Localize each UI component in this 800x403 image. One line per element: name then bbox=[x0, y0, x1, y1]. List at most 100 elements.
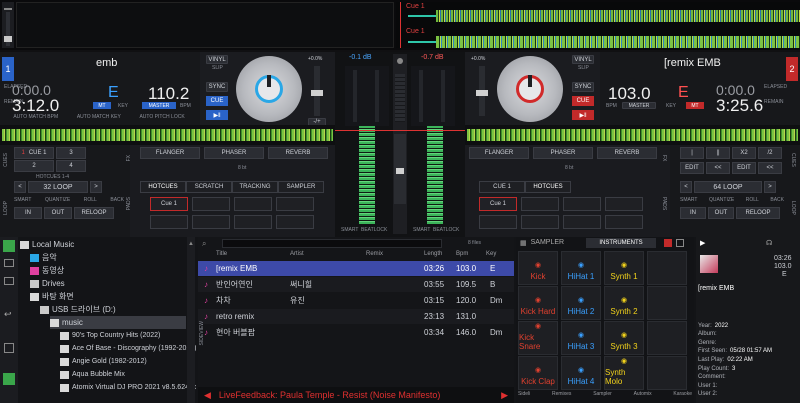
sampler-pad[interactable]: ◉ Synth 1 bbox=[604, 251, 644, 285]
pitch-slider[interactable] bbox=[311, 66, 323, 116]
col-title[interactable]: Title bbox=[216, 251, 227, 257]
live-feedback-text[interactable]: LiveFeedback: Paula Temple - Resist (Noi… bbox=[219, 390, 440, 400]
mt-button-right[interactable]: MT bbox=[686, 102, 704, 109]
auto-match-key[interactable]: AUTO MATCH KEY bbox=[77, 114, 121, 120]
track-row[interactable]: ♪ retro remix 23:13 131.0 bbox=[198, 309, 514, 324]
sampler-pad[interactable]: ◉ HiHat 1 bbox=[561, 251, 601, 285]
sampler-pad[interactable] bbox=[647, 251, 687, 285]
sampler-pad[interactable] bbox=[647, 356, 687, 390]
loop-size[interactable]: 32 LOOP bbox=[28, 181, 88, 193]
cue-slot-1[interactable]: 1 CUE 1 bbox=[14, 147, 54, 159]
sampler-pad[interactable]: ◉ HiHat 2 bbox=[561, 286, 601, 320]
roll-label[interactable]: ROLL bbox=[84, 197, 97, 203]
tree-item[interactable]: Drives bbox=[30, 277, 65, 290]
right-deck-waveform[interactable] bbox=[465, 125, 800, 145]
smart-left[interactable]: SMART bbox=[341, 227, 358, 233]
pad-cue-1[interactable]: Cue 1 bbox=[150, 197, 188, 211]
smart-label-right[interactable]: SMART bbox=[680, 197, 697, 203]
pad-4[interactable] bbox=[276, 197, 314, 211]
cue-slot-2[interactable]: 2 bbox=[14, 160, 54, 172]
pad-4-right[interactable] bbox=[605, 197, 643, 211]
tree-item[interactable]: Angie Gold (1982-2012) bbox=[60, 355, 147, 368]
sampler-pad[interactable]: ◉ Kick Snare bbox=[518, 321, 558, 355]
tree-item[interactable]: Atomix Virtual DJ PRO 2021 v8.5.6242 x bbox=[60, 381, 196, 394]
pad-7-right[interactable] bbox=[563, 215, 601, 229]
crossfader[interactable] bbox=[394, 134, 406, 204]
tab-sampler[interactable]: SAMPLER bbox=[278, 181, 324, 193]
track-row[interactable]: ♪ 현아 버블팝 03:34 146.0 Dm bbox=[198, 325, 514, 340]
tab-remixes[interactable]: Remixes bbox=[552, 391, 571, 401]
master-button[interactable]: MASTER bbox=[142, 102, 176, 109]
sampler-pad[interactable]: ◉ HiHat 4 bbox=[561, 356, 601, 390]
sampler-settings-icon[interactable] bbox=[676, 239, 684, 247]
vinyl-button[interactable]: VINYL bbox=[206, 55, 228, 64]
left-deck-waveform[interactable] bbox=[0, 125, 335, 145]
overview-waveforms[interactable]: Cue 1 Cue 1 bbox=[396, 2, 800, 48]
pad-cue-1-right[interactable]: Cue 1 bbox=[479, 197, 517, 211]
pad-6-right[interactable] bbox=[521, 215, 559, 229]
sampler-pad[interactable]: ◉ Kick bbox=[518, 251, 558, 285]
tree-item[interactable]: Ace Of Base - Discography (1992-2015) bbox=[60, 342, 196, 355]
tree-item[interactable]: USB 드라이브 (D:) bbox=[40, 303, 116, 316]
info-play-icon[interactable]: ▶ bbox=[700, 239, 705, 247]
mt-button[interactable]: MT bbox=[93, 102, 111, 109]
cue-slot-4[interactable]: 4 bbox=[56, 160, 86, 172]
smart-right[interactable]: SMART bbox=[413, 227, 430, 233]
sampler-pad[interactable]: ◉ Synth 2 bbox=[604, 286, 644, 320]
search-input[interactable] bbox=[222, 239, 442, 248]
rewind-button-right[interactable]: << bbox=[706, 162, 730, 174]
deck-number[interactable]: 1 bbox=[2, 57, 14, 81]
tree-item[interactable]: 바탕 화면 bbox=[30, 290, 74, 303]
loop-minus-button[interactable]: < bbox=[14, 181, 26, 193]
tree-item[interactable]: 동영상 bbox=[30, 264, 64, 277]
deck-number-right[interactable]: 2 bbox=[786, 57, 798, 81]
beatlock-left[interactable]: BEATLOCK bbox=[361, 227, 387, 233]
quantize-label-right[interactable]: QUANTIZE bbox=[709, 197, 734, 203]
cue-slot-3[interactable]: 3 bbox=[56, 147, 86, 159]
folder-icon[interactable] bbox=[3, 240, 15, 252]
zoom-slider[interactable] bbox=[4, 12, 12, 46]
fx-slot-3-right[interactable]: REVERB bbox=[597, 147, 657, 159]
col-artist[interactable]: Artist bbox=[290, 251, 304, 257]
cue-slot-1-right[interactable]: | bbox=[680, 147, 704, 159]
sampler-pad[interactable]: ◉ Synth Molo bbox=[604, 356, 644, 390]
track-row[interactable]: ♪ 차차 유진 03:15 120.0 Dm bbox=[198, 293, 514, 308]
loop-in-button[interactable]: IN bbox=[14, 207, 42, 219]
prev-icon[interactable]: ◀ bbox=[204, 390, 211, 401]
cue-slot-2-right[interactable]: || bbox=[706, 147, 730, 159]
tab-hotcues-right[interactable]: HOTCUES bbox=[525, 181, 571, 193]
list-icon[interactable] bbox=[4, 259, 14, 267]
cue-slot-3-right[interactable]: X2 bbox=[732, 147, 756, 159]
beatlock-right[interactable]: BEATLOCK bbox=[433, 227, 459, 233]
pad-2[interactable] bbox=[192, 197, 230, 211]
pad-5-right[interactable] bbox=[479, 215, 517, 229]
back-icon[interactable]: ↩ bbox=[4, 309, 12, 320]
pad-8-right[interactable] bbox=[605, 215, 643, 229]
edit-button-right-2[interactable]: EDIT bbox=[732, 162, 756, 174]
cue-button-right[interactable]: CUE bbox=[572, 96, 594, 106]
tab-sampler-view[interactable]: Sampler bbox=[593, 391, 612, 401]
reloop-button[interactable]: RELOOP bbox=[74, 207, 114, 219]
tab-scratch[interactable]: SCRATCH bbox=[186, 181, 232, 193]
sampler-pad[interactable]: ◉ Synth 3 bbox=[604, 321, 644, 355]
sampler-pad[interactable] bbox=[647, 321, 687, 355]
sampler-record-icon[interactable] bbox=[664, 239, 672, 247]
pad-5[interactable] bbox=[150, 215, 188, 229]
loop-plus-button-right[interactable]: > bbox=[764, 181, 776, 193]
fx-slot-2-right[interactable]: PHASER bbox=[533, 147, 593, 159]
pad-6[interactable] bbox=[192, 215, 230, 229]
pad-7[interactable] bbox=[234, 215, 272, 229]
add-icon[interactable] bbox=[3, 373, 15, 385]
reloop-button-right[interactable]: RELOOP bbox=[736, 207, 780, 219]
pad-8[interactable] bbox=[276, 215, 314, 229]
tree-item[interactable]: 음악 bbox=[30, 251, 57, 264]
tab-hotcues[interactable]: HOTCUES bbox=[140, 181, 186, 193]
next-icon[interactable]: ▶ bbox=[501, 390, 508, 401]
search-icon[interactable]: ⌕ bbox=[202, 239, 218, 248]
sampler-pad[interactable]: ◉ Kick Clap bbox=[518, 356, 558, 390]
col-key[interactable]: Key bbox=[486, 251, 496, 257]
master-button-right[interactable]: MASTER bbox=[622, 102, 656, 109]
jog-wheel-left[interactable] bbox=[236, 56, 302, 122]
fx-slot-1-right[interactable]: FLANGER bbox=[469, 147, 529, 159]
tree-item[interactable]: 90's Top Country Hits (2022) bbox=[60, 329, 160, 342]
